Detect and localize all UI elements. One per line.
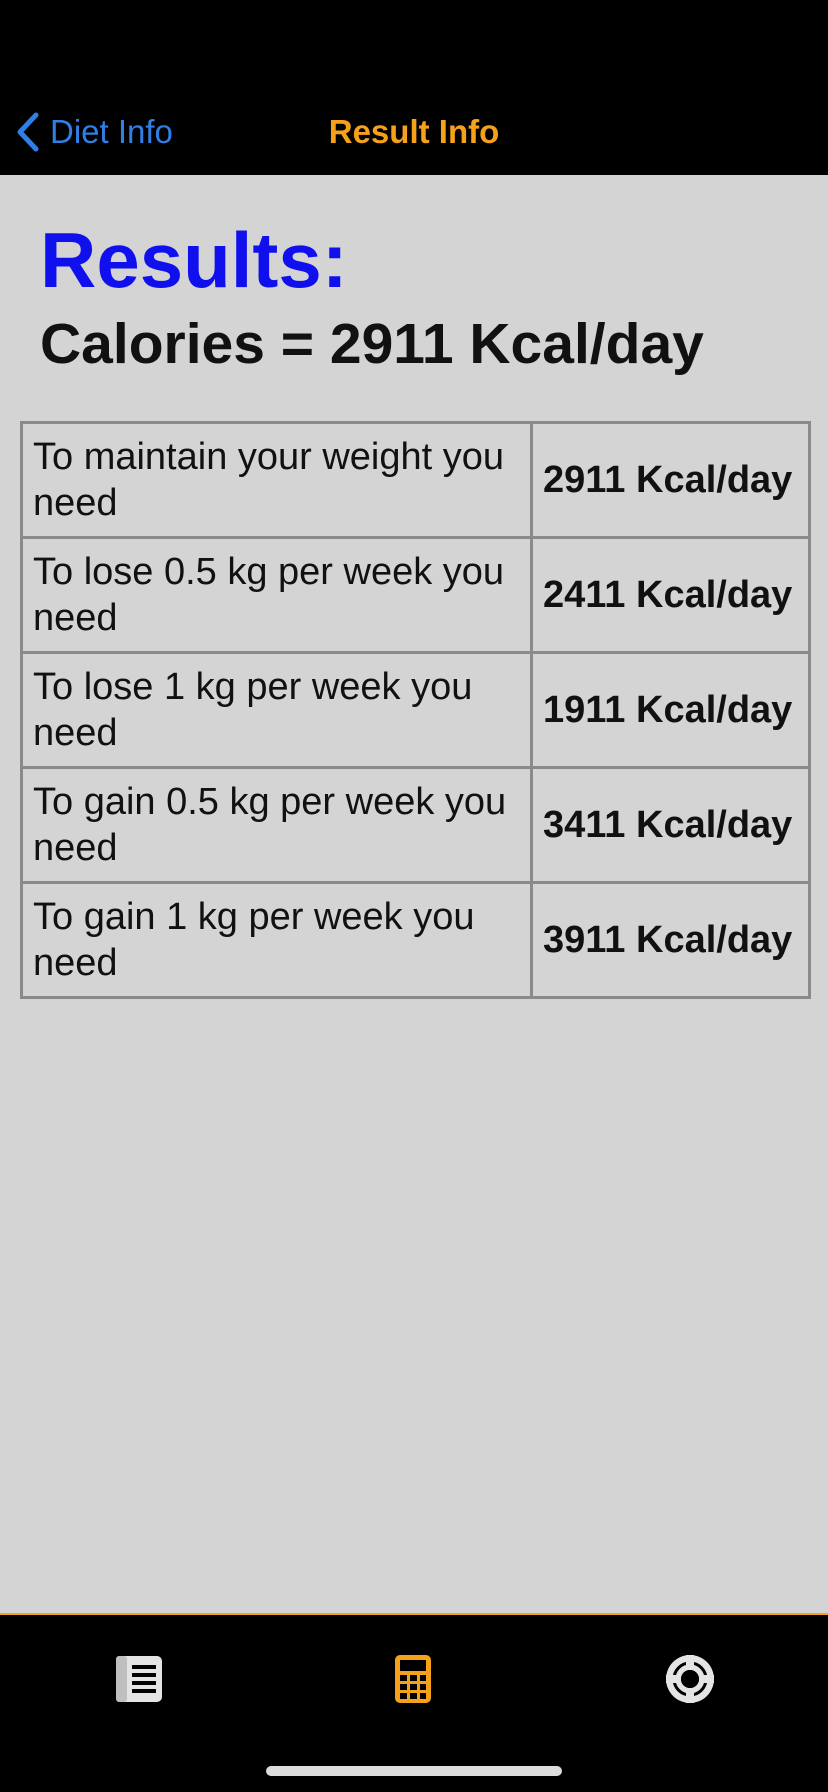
page-title: Result Info	[328, 113, 500, 150]
table-row: To maintain your weight you need 2911 Kc…	[20, 421, 811, 539]
news-icon	[116, 1656, 162, 1702]
row-value: 2411 Kcal/day	[530, 536, 811, 654]
results-heading: Results:	[40, 216, 348, 304]
table-row: To lose 1 kg per week you need 1911 Kcal…	[20, 651, 811, 769]
result-info-screen: Diet Info Result Info Results: Calories …	[0, 0, 828, 1792]
navigation-bar: Diet Info Result Info	[0, 0, 828, 175]
calculator-icon	[395, 1655, 431, 1703]
home-indicator	[266, 1766, 562, 1776]
table-row: To gain 0.5 kg per week you need 3411 Kc…	[20, 766, 811, 884]
calories-summary: Calories = 2911 Kcal/day	[40, 312, 704, 376]
tab-calculator[interactable]	[385, 1651, 441, 1707]
row-value: 3411 Kcal/day	[530, 766, 811, 884]
tab-help[interactable]	[662, 1651, 718, 1707]
row-value: 3911 Kcal/day	[530, 881, 811, 999]
row-value: 1911 Kcal/day	[530, 651, 811, 769]
tab-news[interactable]	[111, 1651, 167, 1707]
calorie-table: To maintain your weight you need 2911 Kc…	[20, 421, 811, 999]
table-row: To gain 1 kg per week you need 3911 Kcal…	[20, 881, 811, 999]
row-label: To lose 0.5 kg per week you need	[20, 536, 533, 654]
row-label: To gain 0.5 kg per week you need	[20, 766, 533, 884]
row-label: To maintain your weight you need	[20, 421, 533, 539]
lifebuoy-icon	[666, 1655, 714, 1703]
row-value: 2911 Kcal/day	[530, 421, 811, 539]
table-row: To lose 0.5 kg per week you need 2411 Kc…	[20, 536, 811, 654]
row-label: To lose 1 kg per week you need	[20, 651, 533, 769]
row-label: To gain 1 kg per week you need	[20, 881, 533, 999]
